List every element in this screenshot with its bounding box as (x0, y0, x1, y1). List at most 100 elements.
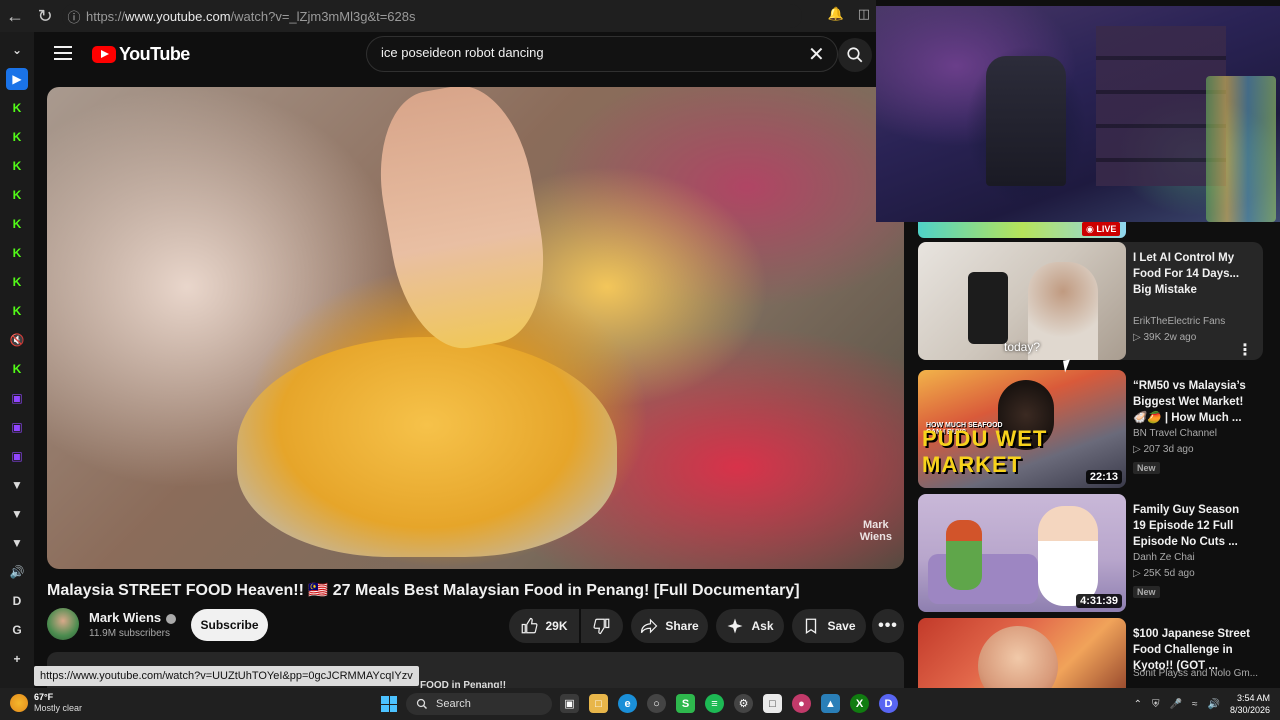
webcam-overlay (876, 6, 1280, 222)
video-thumbnail[interactable] (918, 618, 1126, 688)
search-input[interactable] (381, 45, 791, 60)
related-video-channel: Sonit Playss and Nolo Gm... (1133, 668, 1259, 679)
related-video-card[interactable]: today? I Let AI Control My Food For 14 D… (918, 242, 1263, 360)
channel-watermark: Mark Wiens (860, 519, 892, 543)
edge-browser-icon[interactable]: e (618, 694, 637, 713)
more-actions-button[interactable]: ••• (872, 609, 904, 643)
video-frame-durian (237, 337, 617, 557)
youtube-logo-text: YouTube (119, 44, 190, 64)
audio-tab-icon[interactable]: 🔊 (6, 561, 28, 583)
discord-icon[interactable]: D (879, 694, 898, 713)
volume-icon[interactable]: 🔊 (1208, 699, 1220, 710)
tab-site-icon[interactable]: D (6, 590, 28, 612)
spotify-icon[interactable]: ≡ (705, 694, 724, 713)
like-button[interactable]: 29K (509, 609, 579, 643)
wifi-icon[interactable]: ≈ (1192, 699, 1198, 710)
thumb-character-lois (946, 520, 982, 590)
download-tab-icon[interactable]: ▼ (6, 532, 28, 554)
tab-kick-icon[interactable]: K (6, 126, 28, 148)
more-vertical-icon[interactable]: ⋮ (1237, 340, 1253, 360)
shield-icon[interactable]: ⛨ (1152, 699, 1160, 710)
weather-widget[interactable]: 67°F Mostly clear (10, 692, 82, 714)
channel-name-text: Mark Wiens (89, 610, 162, 625)
subscriber-count: 11.9M subscribers (89, 628, 170, 639)
share-button[interactable]: Share (631, 609, 708, 643)
download-tab-icon[interactable]: ▼ (6, 474, 28, 496)
tab-kick-icon[interactable]: K (6, 184, 28, 206)
taskbar-clock[interactable]: 3:54 AM 8/30/2026 (1230, 692, 1270, 716)
tab-kick-icon[interactable]: K (6, 97, 28, 119)
channel-avatar[interactable] (47, 608, 79, 640)
save-button[interactable]: Save (792, 609, 866, 643)
youtube-logo[interactable]: YouTube (92, 44, 190, 65)
video-duration: 22:13 (1085, 470, 1122, 484)
search-button[interactable] (838, 38, 872, 72)
url-path: /watch?v=_lZjm3mMl3g&t=628s (230, 8, 416, 24)
task-view-icon[interactable]: ▣ (560, 694, 579, 713)
xbox-icon[interactable]: X (850, 694, 869, 713)
webcam-gaming-chair (986, 56, 1066, 186)
thumbs-up-icon (522, 617, 539, 634)
new-tab-icon[interactable]: + (6, 648, 28, 670)
url-host: www.youtube.com (125, 8, 231, 24)
video-thumbnail[interactable]: 4:31:39 (918, 494, 1126, 612)
weather-temperature: 67°F (34, 692, 54, 702)
chevron-up-icon[interactable]: ⌃ (1134, 699, 1142, 710)
new-badge: New (1133, 586, 1160, 598)
reload-icon[interactable]: ↻ (30, 0, 60, 32)
tab-youtube-icon[interactable]: ▶ (6, 68, 28, 90)
tab-kick-icon[interactable]: K (6, 213, 28, 235)
related-video-card[interactable]: $100 Japanese Street Food Challenge in K… (918, 618, 1263, 688)
subscribe-button[interactable]: Subscribe (191, 609, 268, 641)
more-horizontal-icon: ••• (878, 617, 898, 634)
map-pin-icon[interactable]: ● (792, 694, 811, 713)
live-badge: ◉ LIVE (1082, 222, 1121, 236)
tab-kick-icon[interactable]: K (6, 271, 28, 293)
tab-twitch-icon[interactable]: ▣ (6, 416, 28, 438)
like-count: 29K (545, 619, 568, 633)
tab-google-icon[interactable]: G (6, 619, 28, 641)
video-thumbnail[interactable]: today? (918, 242, 1126, 360)
related-video-meta: ▷ 25K 5d ago (1133, 568, 1195, 579)
video-player[interactable]: Mark Wiens (47, 87, 904, 569)
related-video-card[interactable]: 4:31:39 Family Guy Season 19 Episode 12 … (918, 494, 1263, 612)
youtube-play-icon (92, 46, 116, 63)
download-tab-icon[interactable]: ▼ (6, 503, 28, 525)
tab-kick-icon[interactable]: K (6, 300, 28, 322)
video-frame-hand (365, 87, 559, 359)
chevron-down-icon[interactable]: ⌄ (6, 39, 28, 61)
photos-icon[interactable]: ▲ (821, 694, 840, 713)
taskbar-search-label: Search (436, 698, 471, 710)
tab-kick-icon[interactable]: K (6, 155, 28, 177)
site-info-icon[interactable]: ⓘ (62, 7, 86, 26)
muted-tab-icon[interactable]: 🔇 (6, 329, 28, 351)
address-bar[interactable]: ⓘ https://www.youtube.com/watch?v=_lZjm3… (62, 4, 802, 28)
tab-kick-icon[interactable]: K (6, 242, 28, 264)
microphone-icon[interactable]: 🎤 (1170, 699, 1182, 710)
channel-name[interactable]: Mark Wiens (89, 610, 177, 625)
dislike-button[interactable] (581, 609, 623, 643)
related-video-card[interactable]: HOW MUCH SEAFOOD CAN I BUY? PUDU WET MAR… (918, 370, 1263, 488)
document-icon[interactable]: □ (763, 694, 782, 713)
back-icon[interactable]: ← (0, 0, 30, 32)
notification-bell-icon[interactable]: 🔔 (828, 6, 844, 22)
browser-toolbar: ← ↻ ⓘ https://www.youtube.com/watch?v=_l… (0, 0, 876, 32)
clear-search-icon[interactable]: ✕ (808, 42, 825, 67)
tab-twitch-icon[interactable]: ▣ (6, 387, 28, 409)
split-screen-icon[interactable]: ◫ (858, 6, 870, 22)
obs-icon[interactable]: ○ (647, 694, 666, 713)
taskbar-search[interactable]: Search (406, 693, 552, 715)
settings-gear-icon[interactable]: ⚙ (734, 694, 753, 713)
video-thumbnail[interactable]: HOW MUCH SEAFOOD CAN I BUY? PUDU WET MAR… (918, 370, 1126, 488)
menu-icon[interactable] (54, 46, 72, 60)
spreadsheet-app-icon[interactable]: S (676, 694, 695, 713)
bookmark-icon (806, 618, 817, 635)
related-videos: ◉ LIVE today? I Let AI Control My Food F… (918, 222, 1280, 688)
ask-button[interactable]: Ask (716, 609, 784, 643)
verified-icon (166, 613, 177, 624)
share-label: Share (665, 619, 699, 633)
file-explorer-icon[interactable]: □ (589, 694, 608, 713)
windows-start-icon[interactable] (381, 696, 397, 712)
tab-twitch-icon[interactable]: ▣ (6, 445, 28, 467)
tab-kick-icon[interactable]: K (6, 358, 28, 380)
